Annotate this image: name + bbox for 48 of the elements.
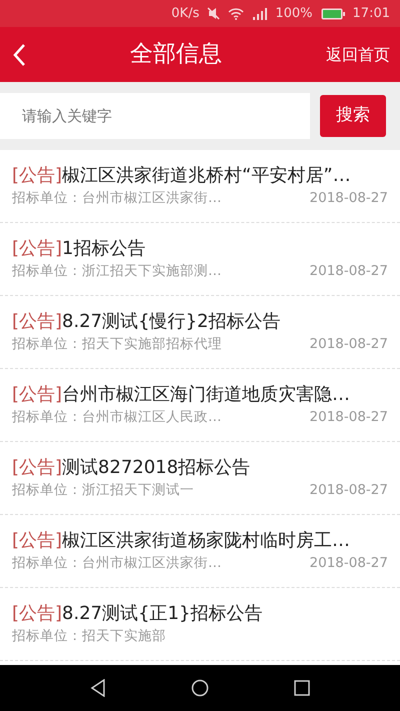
bidding-unit: 招标单位：台州市椒江区人民政…: [12, 408, 222, 427]
battery-percent: 100%: [275, 4, 313, 23]
notice-title: 8.27测试{慢行}2招标公告: [62, 311, 280, 332]
notice-title: 8.27测试{正1}招标公告: [62, 603, 262, 624]
notice-tag: [公告]: [12, 457, 62, 478]
notice-title: 台州市椒江区海门街道地质灾害隐…: [62, 384, 350, 405]
bidding-unit: 招标单位：台州市椒江区洪家街…: [12, 554, 222, 573]
bidding-unit: 招标单位：浙江招天下实施部测…: [12, 262, 222, 281]
notice-item[interactable]: [公告]测试8272018招标公告 招标单位：浙江招天下测试一 2018-08-27: [0, 442, 400, 515]
notice-date: 2018-08-27: [310, 481, 388, 500]
mute-icon: [207, 7, 220, 20]
bidding-unit: 招标单位：招天下实施部招标代理: [12, 335, 222, 354]
notice-date: 2018-08-27: [310, 335, 388, 354]
back-icon[interactable]: [90, 679, 106, 697]
notice-title: 椒江区洪家街道杨家陇村临时房工…: [62, 530, 350, 551]
notice-tag: [公告]: [12, 238, 62, 259]
bidding-unit: 招标单位：招天下实施部: [12, 627, 166, 646]
notice-tag: [公告]: [12, 530, 62, 551]
battery-icon: [320, 8, 345, 20]
search-button[interactable]: 搜索: [320, 95, 386, 137]
page-title: 全部信息: [130, 41, 222, 68]
notice-item[interactable]: [公告]8.27测试{慢行}2招标公告 招标单位：招天下实施部招标代理 2018-08-27: [0, 296, 400, 369]
notice-item[interactable]: [公告]台州市椒江区海门街道地质灾害隐… 招标单位：台州市椒江区人民政… 2018-08-27: [0, 369, 400, 442]
notice-date: 2018-08-27: [310, 189, 388, 208]
home-icon[interactable]: [190, 679, 209, 697]
notice-date: 2018-08-27: [310, 554, 388, 573]
wifi-icon: [228, 8, 244, 20]
notice-item[interactable]: [公告]椒江区洪家街道兆桥村“平安村居”… 招标单位：台州市椒江区洪家街… 2018-08-27: [0, 150, 400, 223]
bidding-unit: 招标单位：台州市椒江区洪家街…: [12, 189, 222, 208]
signal-icon: [252, 8, 268, 20]
home-link[interactable]: 返回首页: [326, 42, 390, 66]
notice-tag: [公告]: [12, 311, 62, 332]
notice-title: 1招标公告: [62, 238, 146, 259]
notice-tag: [公告]: [12, 603, 62, 624]
notice-item[interactable]: [公告]椒江区洪家街道杨家陇村临时房工… 招标单位：台州市椒江区洪家街… 2018-08-27: [0, 515, 400, 588]
network-speed: 0K/s: [171, 4, 200, 23]
notice-tag: [公告]: [12, 384, 62, 405]
notice-title: 测试8272018招标公告: [62, 457, 250, 478]
notice-title: 椒江区洪家街道兆桥村“平安村居”…: [62, 165, 351, 186]
bidding-unit: 招标单位：浙江招天下测试一: [12, 481, 194, 500]
notice-date: 2018-08-27: [310, 262, 388, 281]
notice-item[interactable]: [公告]8.27测试{正1}招标公告 招标单位：招天下实施部: [0, 588, 400, 661]
notice-item[interactable]: [公告]1招标公告 招标单位：浙江招天下实施部测… 2018-08-27: [0, 223, 400, 296]
recents-icon[interactable]: [294, 680, 310, 696]
notice-tag: [公告]: [12, 165, 62, 186]
search-field[interactable]: 请输入关键字: [0, 93, 310, 139]
notice-date: 2018-08-27: [310, 408, 388, 427]
clock: 17:01: [352, 4, 390, 23]
